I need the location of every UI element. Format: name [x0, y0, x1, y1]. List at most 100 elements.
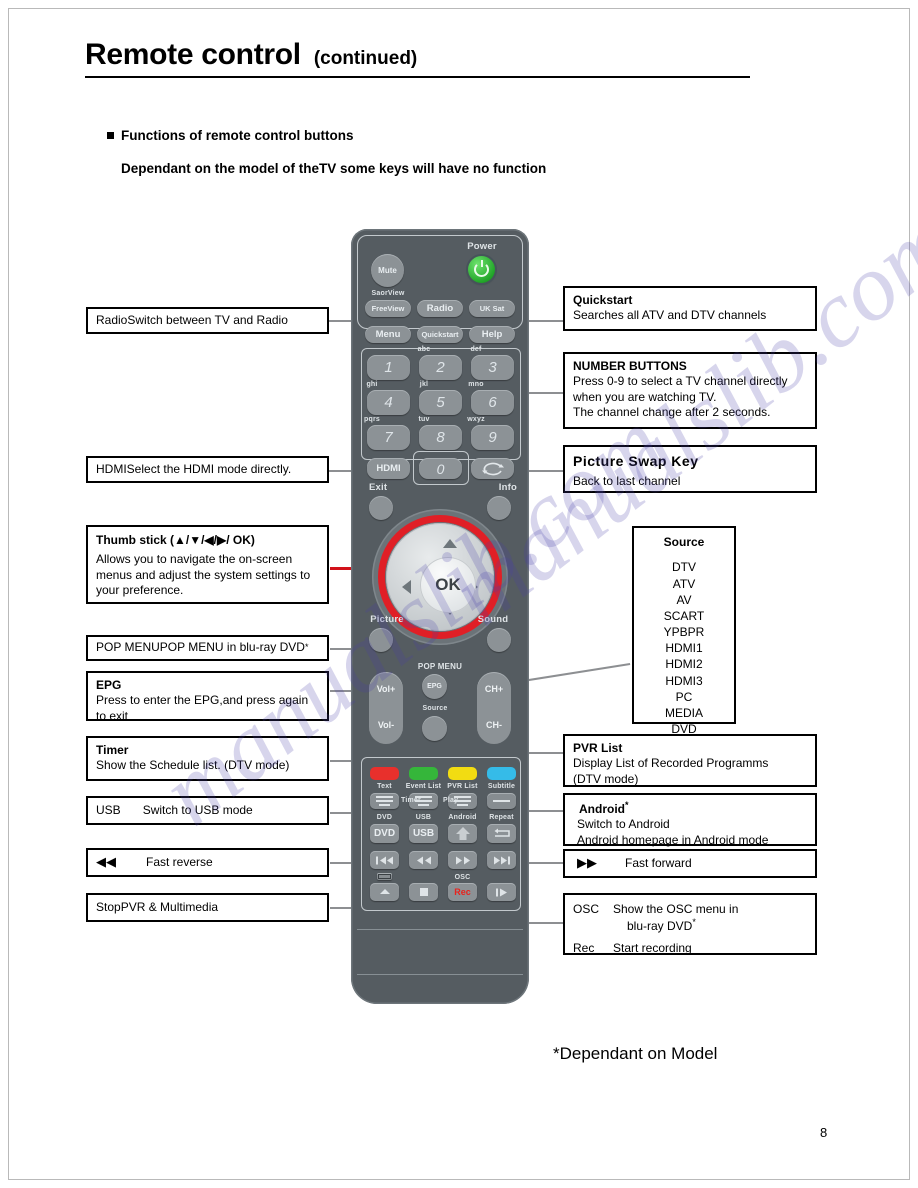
green-color-key[interactable]: [409, 767, 438, 780]
callout-fast-forward: ▶▶ Fast forward: [563, 849, 817, 878]
vol-minus-label: Vol-: [377, 720, 395, 730]
event-list-label: Event List: [405, 783, 442, 790]
numkey-2[interactable]: 2: [419, 355, 462, 380]
cyan-color-key[interactable]: [487, 767, 516, 780]
yellow-color-key[interactable]: [448, 767, 477, 780]
forward-button[interactable]: [448, 851, 477, 869]
sub-heading: Dependant on the model of theTV some key…: [121, 161, 547, 176]
numkey-5[interactable]: 5: [419, 390, 462, 415]
numkey-1[interactable]: 1: [367, 355, 410, 380]
volume-rocker[interactable]: Vol+ Vol-: [369, 672, 403, 744]
red-color-key[interactable]: [370, 767, 399, 780]
source-button[interactable]: [422, 716, 447, 741]
callout-pvr-list: PVR List Display List of Recorded Progra…: [563, 734, 817, 787]
rewind-button[interactable]: [409, 851, 438, 869]
usb-button[interactable]: USB: [409, 824, 438, 843]
callout-pvr-line2: (DTV mode): [573, 771, 639, 786]
callout-usb-value: Switch to USB mode: [142, 802, 253, 817]
hdmi-button[interactable]: HDMI: [367, 458, 410, 479]
prev-button[interactable]: [370, 851, 399, 869]
source-item: SCART: [663, 608, 705, 623]
callout-source-title: Source: [663, 535, 705, 549]
subtitle-key[interactable]: [487, 793, 516, 809]
ch-plus-label: CH+: [484, 684, 504, 694]
callout-number-buttons: NUMBER BUTTONS Press 0-9 to select a TV …: [563, 352, 817, 429]
numkey-8[interactable]: 8: [419, 425, 462, 450]
subtitle-label: Subtitle: [487, 783, 516, 790]
numkey-letters-9: wxyz: [467, 416, 485, 423]
picture-button[interactable]: [369, 628, 393, 652]
info-label: Info: [498, 482, 517, 493]
epg-button[interactable]: EPG: [422, 674, 447, 699]
callout-rec-key: Rec: [573, 940, 595, 955]
rec-button[interactable]: Rec: [448, 883, 477, 901]
radio-button[interactable]: Radio: [417, 300, 463, 317]
dvd-button[interactable]: DVD: [370, 824, 399, 843]
nav-left-icon[interactable]: [402, 580, 411, 594]
numkey-letters-2: abc: [417, 346, 431, 353]
power-button[interactable]: [468, 256, 495, 283]
callout-number-line3: The channel change after 2 seconds.: [573, 405, 771, 420]
home-arrow-icon: [455, 827, 470, 840]
pop-menu-label: POP MENU: [417, 662, 463, 671]
menu-button[interactable]: Menu: [365, 326, 411, 343]
exit-label: Exit: [369, 482, 388, 493]
power-icon: [474, 260, 489, 277]
callout-pvr-title: PVR List: [573, 741, 623, 755]
numkey-3[interactable]: 3: [471, 355, 514, 380]
callout-popmenu-star: *: [304, 642, 309, 653]
repeat-button[interactable]: [487, 824, 516, 843]
ch-minus-label: CH-: [486, 720, 502, 730]
leader-number: [527, 392, 565, 394]
callout-osc-value-line1: Show the OSC menu in: [613, 902, 739, 916]
numkey-letters-5: jkl: [419, 381, 429, 388]
text-key[interactable]: [370, 793, 399, 809]
source-item: HDMI3: [665, 673, 703, 688]
numkey-4[interactable]: 4: [367, 390, 410, 415]
callout-quickstart: Quickstart Searches all ATV and DTV chan…: [563, 286, 817, 331]
callout-osc-value-line2: blu-ray DVD: [627, 919, 693, 934]
mute-button[interactable]: Mute: [371, 254, 404, 287]
callout-thumbstick: Thumb stick (▲/▼/◀/▶/ OK) Allows you to …: [86, 525, 329, 604]
callout-osc-rec: OSC Show the OSC menu in blu-ray DVD* Re…: [563, 893, 817, 955]
page-title-continued: (continued): [313, 48, 418, 69]
remote-control-illustration: Power Mute SaorView FreeView Radio UK Sa…: [351, 229, 529, 1004]
numkey-9[interactable]: 9: [471, 425, 514, 450]
eject-button[interactable]: [370, 883, 399, 901]
next-button[interactable]: [487, 851, 516, 869]
source-item: HDMI1: [665, 641, 703, 656]
rewind-icon: [416, 856, 431, 864]
channel-rocker[interactable]: CH+ CH-: [477, 672, 511, 744]
numkey-7[interactable]: 7: [367, 425, 410, 450]
text-label: Text: [377, 783, 392, 790]
stop-button[interactable]: [409, 883, 438, 901]
sound-button[interactable]: [487, 628, 511, 652]
freeview-button[interactable]: FreeView: [365, 300, 411, 317]
quickstart-button[interactable]: Quickstart: [417, 326, 463, 343]
source-item: ATV: [672, 576, 696, 591]
footer-note: *Dependant on Model: [553, 1044, 718, 1063]
callout-number-line1: Press 0-9 to select a TV channel directl…: [573, 374, 788, 389]
step-button[interactable]: [487, 883, 516, 901]
timer-label: Timer: [401, 797, 421, 804]
callout-radio: Radio Switch between TV and Radio: [86, 307, 329, 334]
numkey-letters-3: def: [470, 346, 482, 353]
callout-hdmi-value: Select the HDMI mode directly.: [126, 461, 292, 476]
source-item: MEDIA: [664, 706, 703, 721]
callout-hdmi: HDMI Select the HDMI mode directly.: [86, 456, 329, 483]
nav-up-icon[interactable]: [443, 539, 457, 548]
callout-number-line2: when you are watching TV.: [573, 389, 717, 404]
page-header: Remote control (continued): [85, 38, 750, 78]
uksat-button[interactable]: UK Sat: [469, 300, 515, 317]
android-button[interactable]: [448, 824, 477, 843]
help-button[interactable]: Help: [469, 326, 515, 343]
pvr-list-label: PVR List: [447, 783, 478, 790]
numkey-0[interactable]: 0: [419, 458, 462, 479]
picture-label: Picture: [370, 614, 404, 625]
remote-lower-panel-2: [357, 974, 523, 975]
callout-epg: EPG Press to enter the EPG,and press aga…: [86, 671, 329, 723]
numkey-6[interactable]: 6: [471, 390, 514, 415]
callout-number-title: NUMBER BUTTONS: [573, 359, 687, 373]
ok-button[interactable]: OK: [420, 557, 476, 613]
picture-swap-button[interactable]: [471, 458, 514, 479]
